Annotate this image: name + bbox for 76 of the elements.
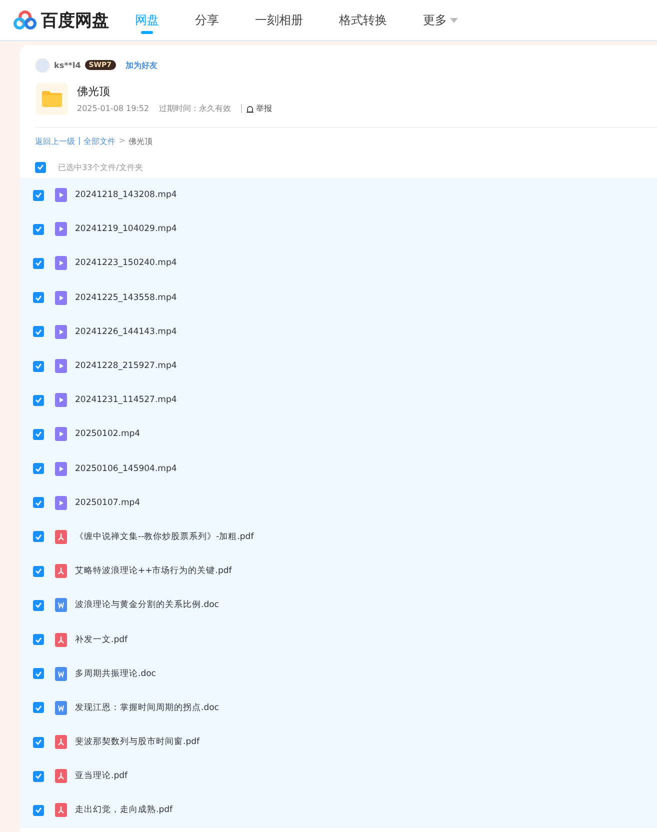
nav-tab[interactable]: 格式转换 bbox=[339, 0, 387, 40]
file-name[interactable]: 20241218_143208.mp4 bbox=[75, 190, 177, 200]
file-name[interactable]: 20250107.mp4 bbox=[75, 498, 140, 508]
video-file-icon bbox=[55, 222, 67, 236]
word-file-icon bbox=[55, 598, 67, 612]
nav-tab[interactable]: 分享 bbox=[195, 0, 219, 40]
checkbox[interactable] bbox=[33, 702, 44, 714]
breadcrumb-arrow: > bbox=[118, 136, 126, 147]
checkbox[interactable] bbox=[35, 162, 46, 172]
video-file-icon bbox=[55, 324, 67, 339]
video-file-icon bbox=[55, 462, 67, 476]
word-file-icon bbox=[55, 700, 67, 715]
share-date: 2025-01-08 19:52 bbox=[77, 104, 150, 113]
file-name[interactable]: 20241228_215927.mp4 bbox=[75, 361, 177, 372]
alarm-icon bbox=[246, 104, 254, 112]
file-name[interactable]: 发现江恩：掌握时间周期的拐点.doc bbox=[75, 702, 219, 714]
video-file-icon bbox=[55, 427, 67, 442]
file-name[interactable]: 20250106_145904.mp4 bbox=[75, 464, 177, 474]
selection-count: 已选中33个文件/文件夹 bbox=[58, 162, 143, 172]
pdf-file-icon bbox=[55, 530, 67, 544]
cloud-logo-icon bbox=[13, 10, 37, 30]
checkbox[interactable] bbox=[33, 190, 44, 201]
file-name[interactable]: 20241225_143558.mp4 bbox=[75, 292, 177, 303]
file-name[interactable]: 波浪理论与黄金分割的关系比例.doc bbox=[75, 599, 219, 612]
checkbox[interactable] bbox=[33, 463, 44, 474]
checkbox[interactable] bbox=[33, 394, 44, 406]
pdf-file-icon bbox=[55, 735, 67, 750]
file-name[interactable]: 多周期共振理论.doc bbox=[75, 668, 156, 680]
file-name[interactable]: 20250102.mp4 bbox=[75, 429, 140, 440]
checkbox[interactable] bbox=[33, 634, 44, 646]
pdf-file-icon bbox=[55, 564, 67, 578]
checkbox[interactable] bbox=[33, 668, 44, 680]
file-name[interactable]: 走出幻觉，走向成熟.pdf bbox=[75, 804, 172, 816]
breadcrumb-separator: | bbox=[78, 136, 81, 147]
checkbox[interactable] bbox=[33, 566, 44, 577]
folder-icon bbox=[36, 83, 68, 115]
checkbox[interactable] bbox=[33, 497, 44, 508]
checkbox[interactable] bbox=[33, 428, 44, 440]
checkbox[interactable] bbox=[33, 770, 44, 782]
file-name[interactable]: 亚当理论.pdf bbox=[75, 770, 128, 782]
pdf-file-icon bbox=[55, 632, 67, 647]
checkbox[interactable] bbox=[33, 600, 44, 611]
file-name[interactable]: 《缠中说禅文集--教你炒股票系列》-加粗.pdf bbox=[75, 530, 254, 543]
nav-tab[interactable]: 更多 bbox=[423, 0, 458, 40]
current-folder: 佛光顶 bbox=[128, 136, 152, 147]
checkbox[interactable] bbox=[33, 531, 44, 542]
video-file-icon bbox=[55, 393, 67, 408]
checkbox[interactable] bbox=[33, 292, 44, 304]
video-file-icon bbox=[55, 256, 67, 270]
avatar bbox=[35, 58, 50, 72]
folder-name: 佛光顶 bbox=[77, 84, 111, 99]
file-name[interactable]: 斐波那契数列与股市时间窗.pdf bbox=[75, 736, 200, 748]
file-name[interactable]: 20241219_104029.mp4 bbox=[75, 224, 177, 234]
logo-text: 百度网盘 bbox=[41, 10, 109, 32]
checkbox[interactable] bbox=[33, 224, 44, 235]
file-name[interactable]: 20241223_150240.mp4 bbox=[75, 258, 177, 268]
checkbox[interactable] bbox=[33, 360, 44, 372]
file-name[interactable]: 20241231_114527.mp4 bbox=[75, 395, 177, 406]
video-file-icon bbox=[55, 496, 67, 510]
video-file-icon bbox=[55, 359, 67, 374]
report-link[interactable]: 举报 bbox=[246, 103, 272, 114]
username: ks**l4 bbox=[54, 60, 81, 70]
word-file-icon bbox=[55, 666, 67, 681]
checkbox[interactable] bbox=[33, 736, 44, 748]
checkbox[interactable] bbox=[33, 804, 44, 816]
checkbox[interactable] bbox=[33, 258, 44, 269]
pdf-file-icon bbox=[55, 803, 67, 818]
file-name[interactable]: 20241226_144143.mp4 bbox=[75, 326, 177, 337]
video-file-icon bbox=[55, 188, 67, 202]
nav-tab[interactable]: 一刻相册 bbox=[255, 0, 303, 40]
expiry-text: 过期时间：永久有效 bbox=[159, 103, 232, 114]
file-name[interactable]: 补发一文.pdf bbox=[75, 634, 128, 646]
pdf-file-icon bbox=[55, 769, 67, 784]
checkbox[interactable] bbox=[33, 326, 44, 338]
video-file-icon bbox=[55, 290, 67, 305]
file-name[interactable]: 艾略特波浪理论++市场行为的关键.pdf bbox=[75, 565, 232, 578]
